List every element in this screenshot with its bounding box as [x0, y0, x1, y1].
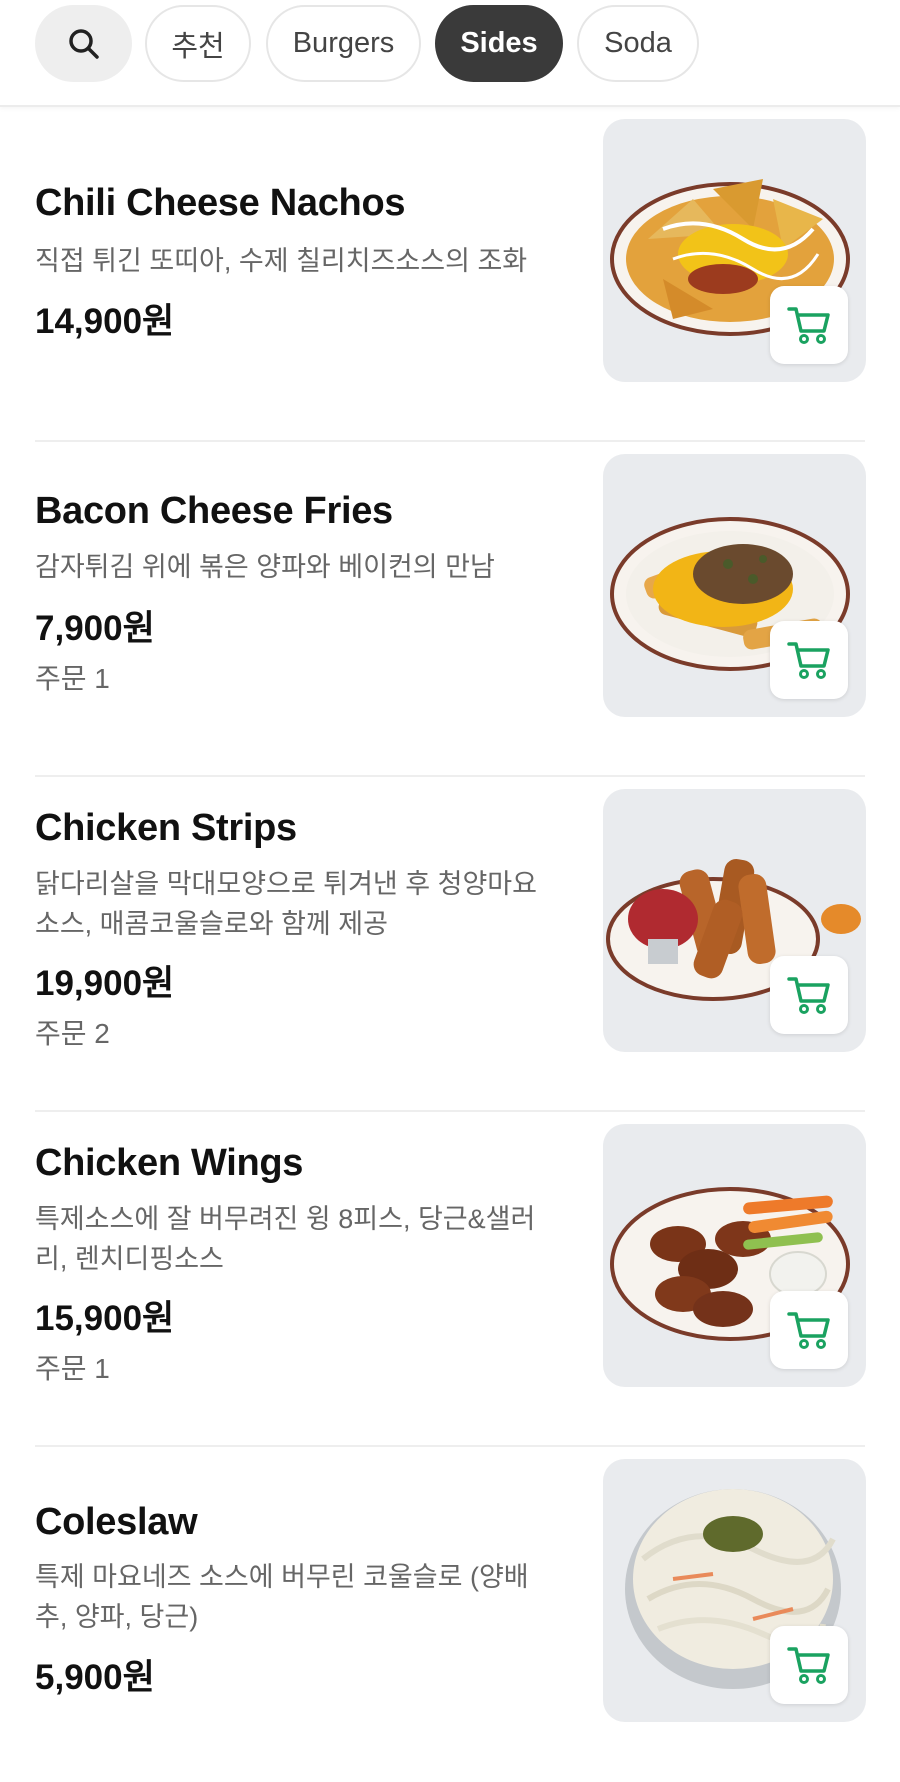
item-price: 5,900원	[35, 1658, 155, 1697]
add-to-cart-button[interactable]	[770, 286, 848, 364]
item-description: 특제소스에 잘 버무려진 윙 8피스, 당근&샐러리, 렌치디핑소스	[35, 1204, 536, 1274]
item-description: 닭다리살을 막대모양으로 튀겨낸 후 청양마요소스, 매콤코울슬로와 함께 제공	[35, 869, 537, 939]
menu-item[interactable]: Chili Cheese Nachos 직접 튀긴 또띠아, 수제 칠리치즈소스…	[0, 107, 900, 442]
item-image[interactable]	[603, 1459, 866, 1722]
item-price: 19,900원	[35, 964, 175, 1003]
item-description: 특제 마요네즈 소스에 버무린 코울슬로 (양배추, 양파, 당근)	[35, 1562, 529, 1632]
tab-burgers[interactable]: Burgers	[266, 5, 421, 82]
add-to-cart-button[interactable]	[770, 1626, 848, 1704]
search-icon	[68, 28, 99, 59]
tab-recommended[interactable]: 추천	[145, 5, 251, 82]
item-name: Chili Cheese Nachos	[35, 182, 406, 224]
add-to-cart-button[interactable]	[770, 1291, 848, 1369]
item-name: Bacon Cheese Fries	[35, 490, 393, 532]
item-name: Chicken Strips	[35, 807, 297, 849]
add-to-cart-button[interactable]	[770, 621, 848, 699]
item-image[interactable]	[603, 1124, 866, 1387]
item-image[interactable]	[603, 119, 866, 382]
item-price: 14,900원	[35, 302, 175, 341]
item-name: Coleslaw	[35, 1501, 198, 1543]
search-button[interactable]	[35, 5, 132, 82]
item-price: 7,900원	[35, 609, 155, 648]
cart-icon	[787, 1647, 830, 1684]
cart-icon	[787, 977, 830, 1014]
menu-item[interactable]: Chicken Wings 특제소스에 잘 버무려진 윙 8피스, 당근&샐러리…	[0, 1112, 900, 1447]
order-count: 주문 2	[35, 1018, 110, 1049]
order-count: 주문 1	[35, 663, 110, 694]
item-image[interactable]	[603, 789, 866, 1052]
item-name: Chicken Wings	[35, 1142, 304, 1184]
item-description: 직접 튀긴 또띠아, 수제 칠리치즈소스의 조화	[35, 246, 528, 276]
item-image[interactable]	[603, 454, 866, 717]
menu-item[interactable]: Chicken Strips 닭다리살을 막대모양으로 튀겨낸 후 청양마요소스…	[0, 777, 900, 1112]
menu-item[interactable]: Coleslaw 특제 마요네즈 소스에 버무린 코울슬로 (양배추, 양파, …	[0, 1447, 900, 1782]
item-description: 감자튀김 위에 볶은 양파와 베이컨의 만남	[35, 552, 495, 582]
item-price: 15,900원	[35, 1299, 175, 1338]
tab-soda[interactable]: Soda	[577, 5, 699, 82]
cart-icon	[787, 642, 830, 679]
order-count: 주문 1	[35, 1353, 110, 1384]
tab-sides[interactable]: Sides	[435, 5, 563, 82]
add-to-cart-button[interactable]	[770, 956, 848, 1034]
cart-icon	[787, 307, 830, 344]
category-bar: 추천 Burgers Sides Soda	[0, 0, 900, 107]
cart-icon	[787, 1312, 830, 1349]
menu-item[interactable]: Bacon Cheese Fries 감자튀김 위에 볶은 양파와 베이컨의 만…	[0, 442, 900, 777]
